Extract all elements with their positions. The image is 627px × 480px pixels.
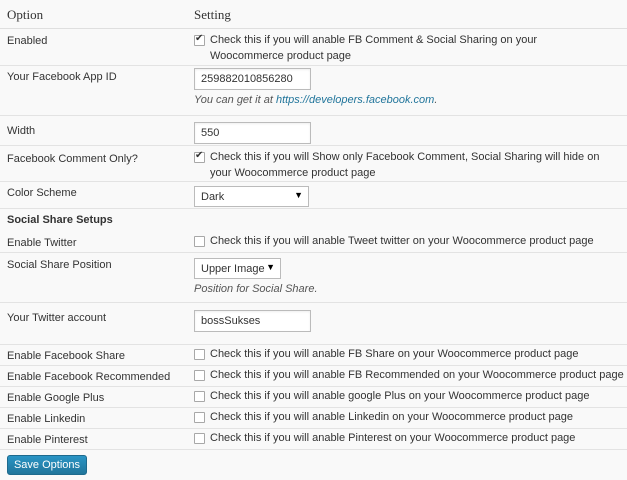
pinterest-description: Check this if you will anable Pinterest … [210,432,576,444]
fb-share-checkbox[interactable] [194,349,205,360]
color-scheme-row: Color Scheme Dark ▼ [0,182,627,209]
google-plus-checkbox[interactable] [194,391,205,402]
position-row: Social Share Position Upper Image ▼ Posi… [0,253,627,303]
fb-recommended-label: Enable Facebook Recommended [7,371,171,383]
google-plus-description: Check this if you will anable google Plu… [210,390,590,402]
linkedin-label: Enable Linkedin [7,413,86,425]
linkedin-row: Enable Linkedin Check this if you will a… [0,408,627,429]
pinterest-checkbox[interactable] [194,433,205,444]
width-label: Width [7,125,36,137]
linkedin-checkbox[interactable] [194,412,205,423]
fb-recommended-checkbox[interactable] [194,370,205,381]
save-options-button[interactable]: Save Options [7,455,87,475]
app-id-label: Your Facebook App ID [7,71,117,83]
enabled-label: Enabled [7,35,48,47]
app-id-input[interactable] [194,68,311,90]
app-id-help-suffix: . [434,94,438,106]
comment-only-description: Check this if you will Show only Faceboo… [210,151,600,179]
comment-only-label: Facebook Comment Only? [7,153,138,165]
dropdown-arrow-icon: ▼ [294,190,303,200]
linkedin-description: Check this if you will anable Linkedin o… [210,411,573,423]
table-header: Option Setting [0,0,627,29]
fb-recommended-description: Check this if you will anable FB Recomme… [210,369,624,381]
pinterest-label: Enable Pinterest [7,434,88,446]
color-scheme-value: Dark [201,191,225,203]
width-row: Width [0,116,627,146]
twitter-checkbox[interactable] [194,236,205,247]
position-value: Upper Image [201,263,265,275]
twitter-account-row: Your Twitter account [0,303,627,345]
enabled-checkbox[interactable] [194,33,205,46]
width-input[interactable] [194,122,311,144]
color-scheme-select[interactable]: Dark ▼ [194,186,309,207]
twitter-row: Enable Twitter Check this if you will an… [0,231,627,253]
fb-recommended-row: Enable Facebook Recommended Check this i… [0,366,627,387]
position-select[interactable]: Upper Image ▼ [194,258,281,279]
social-share-section: Social Share Setups [0,209,627,231]
setting-column-header: Setting [194,7,231,22]
enabled-description: Check this if you will anable FB Comment… [210,34,538,62]
developers-link[interactable]: https://developers.facebook.com [276,94,434,106]
twitter-account-input[interactable] [194,310,311,332]
app-id-help-text: You can get it at [194,94,276,106]
comment-only-checkbox[interactable] [194,150,205,163]
position-help: Position for Social Share. [194,283,318,295]
twitter-account-label: Your Twitter account [7,312,107,324]
google-plus-row: Enable Google Plus Check this if you wil… [0,387,627,408]
app-id-help: You can get it at https://developers.fac… [194,94,437,106]
twitter-description: Check this if you will anable Tweet twit… [210,235,594,247]
fb-share-description: Check this if you will anable FB Share o… [210,348,579,360]
option-column-header: Option [7,7,44,22]
dropdown-arrow-icon: ▼ [266,262,275,272]
app-id-row: Your Facebook App ID You can get it at h… [0,66,627,116]
google-plus-label: Enable Google Plus [7,392,105,404]
social-share-heading: Social Share Setups [7,214,113,226]
twitter-label: Enable Twitter [7,237,77,249]
fb-share-label: Enable Facebook Share [7,350,126,362]
fb-share-row: Enable Facebook Share Check this if you … [0,345,627,366]
position-label: Social Share Position [7,259,112,271]
enabled-row: Enabled Check this if you will anable FB… [0,29,627,66]
color-scheme-label: Color Scheme [7,187,77,199]
pinterest-row: Enable Pinterest Check this if you will … [0,429,627,450]
comment-only-row: Facebook Comment Only? Check this if you… [0,146,627,182]
